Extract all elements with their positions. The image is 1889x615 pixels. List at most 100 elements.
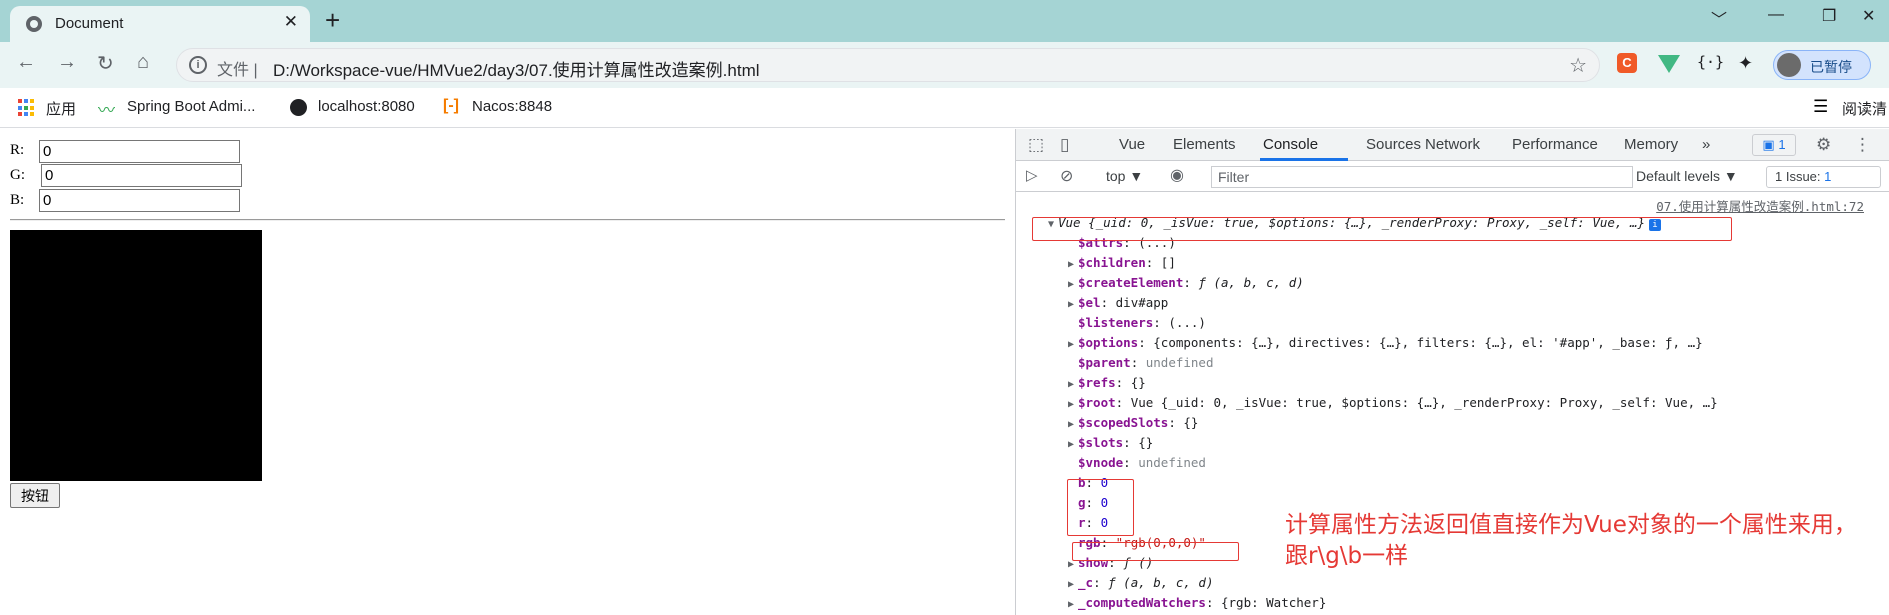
- console-prop-row[interactable]: ▶ $slots: {}: [1068, 435, 1153, 450]
- more-tabs-icon[interactable]: »: [1702, 136, 1710, 153]
- page-content: R: G: B: 按钮: [0, 129, 1015, 615]
- console-prop-row[interactable]: ▶ $createElement: ƒ (a, b, c, d): [1068, 275, 1304, 290]
- close-window-button[interactable]: ✕: [1862, 6, 1875, 26]
- tab-close-icon[interactable]: ✕: [284, 12, 298, 32]
- console-prop-row: $listeners: (...): [1068, 315, 1206, 330]
- more-options-icon[interactable]: ⋮: [1854, 135, 1871, 155]
- console-prop-row[interactable]: ▶ _computedWatchers: {rgb: Watcher}: [1068, 595, 1326, 610]
- device-toolbar-icon[interactable]: ▯: [1060, 135, 1069, 155]
- prop-key: $parent: [1078, 355, 1131, 370]
- bookmark-nacos[interactable]: Nacos:8848: [472, 98, 552, 115]
- expand-triangle-icon[interactable]: ▶: [1068, 259, 1078, 270]
- inspect-element-icon[interactable]: ⬚: [1028, 135, 1044, 155]
- live-expression-eye-icon[interactable]: ◉: [1170, 165, 1184, 185]
- tab-sources[interactable]: Sources: [1366, 136, 1421, 153]
- reading-list[interactable]: 阅读清: [1842, 98, 1887, 119]
- clear-console-icon[interactable]: ⊘: [1060, 166, 1073, 186]
- prop-separator: :: [1138, 335, 1154, 350]
- log-levels-dropdown[interactable]: Default levels ▼: [1636, 168, 1738, 184]
- prop-value: {rgb: Watcher}: [1221, 595, 1327, 610]
- filter-input[interactable]: Filter: [1211, 166, 1633, 188]
- expand-triangle-icon[interactable]: ▶: [1068, 579, 1078, 590]
- url-text[interactable]: D:/Workspace-vue/HMVue2/day3/07.使用计算属性改造…: [273, 56, 760, 81]
- divider: [10, 219, 1005, 221]
- extensions-puzzle-icon[interactable]: ✦: [1738, 53, 1758, 73]
- expand-triangle-icon[interactable]: ▶: [1068, 299, 1078, 310]
- vue-devtools-icon[interactable]: [1658, 55, 1680, 73]
- bookmark-localhost[interactable]: localhost:8080: [318, 98, 415, 115]
- scheme-label: 文件 |: [217, 62, 258, 79]
- prop-key: $listeners: [1078, 315, 1154, 330]
- prop-key: $options: [1078, 335, 1139, 350]
- prop-separator: :: [1115, 395, 1131, 410]
- nacos-icon: [-]: [443, 97, 459, 114]
- home-icon[interactable]: ⌂: [137, 51, 149, 74]
- browser-tab[interactable]: Document ✕: [10, 6, 310, 42]
- json-viewer-icon[interactable]: {·}: [1697, 53, 1724, 73]
- bookmark-star-icon[interactable]: ☆: [1569, 53, 1587, 78]
- message-count: 1: [1778, 137, 1786, 152]
- issues-button[interactable]: 1 Issue: 1: [1766, 166, 1881, 188]
- expand-triangle-icon[interactable]: ▶: [1068, 379, 1078, 390]
- prop-value: (...): [1168, 315, 1206, 330]
- minimize-button[interactable]: —: [1768, 6, 1784, 24]
- messages-badge[interactable]: ▣ 1: [1752, 134, 1796, 156]
- highlight-rgb-data: [1067, 479, 1134, 536]
- r-label: R:: [10, 142, 25, 158]
- prop-separator: :: [1205, 595, 1221, 610]
- tab-elements[interactable]: Elements: [1173, 136, 1236, 153]
- forward-icon[interactable]: →: [57, 51, 77, 74]
- highlight-computed-rgb: [1072, 542, 1239, 561]
- bookmarks-bar: 应用 〰 Spring Boot Admi... localhost:8080 …: [0, 88, 1889, 128]
- tab-network[interactable]: Network: [1425, 136, 1480, 153]
- settings-gear-icon[interactable]: ⚙: [1816, 135, 1831, 155]
- tab-vue[interactable]: Vue: [1119, 136, 1145, 153]
- tab-console[interactable]: Console: [1263, 136, 1318, 153]
- expand-triangle-icon[interactable]: ▶: [1068, 599, 1078, 610]
- expand-triangle-icon[interactable]: ▶: [1068, 279, 1078, 290]
- g-input[interactable]: [41, 164, 242, 187]
- console-prop-row[interactable]: ▶ $el: div#app: [1068, 295, 1168, 310]
- bookmark-apps[interactable]: 应用: [46, 98, 76, 119]
- r-input[interactable]: [39, 140, 240, 163]
- prop-key: $scopedSlots: [1078, 415, 1169, 430]
- highlight-vue-object: [1032, 217, 1732, 241]
- reload-icon[interactable]: ↻: [97, 51, 114, 76]
- context-selector[interactable]: top ▼: [1106, 168, 1143, 184]
- prop-separator: :: [1168, 415, 1184, 430]
- expand-triangle-icon[interactable]: ▶: [1068, 339, 1078, 350]
- console-prop-row[interactable]: ▶ _c: ƒ (a, b, c, d): [1068, 575, 1213, 590]
- prop-key: $vnode: [1078, 455, 1124, 470]
- prop-separator: :: [1130, 355, 1146, 370]
- tab-performance[interactable]: Performance: [1512, 136, 1598, 153]
- tab-search-icon[interactable]: ﹀: [1711, 6, 1727, 30]
- b-input[interactable]: [39, 189, 240, 212]
- expand-triangle-icon[interactable]: ▶: [1068, 399, 1078, 410]
- active-tab-indicator: [1260, 158, 1348, 161]
- browser-toolbar: ← → ↻ ⌂ i 文件 | D:/Workspace-vue/HMVue2/d…: [0, 42, 1889, 88]
- prop-separator: :: [1093, 575, 1109, 590]
- maximize-button[interactable]: ❐: [1822, 6, 1836, 26]
- devtools-tab-bar: ⬚ ▯ Vue Elements Console Sources Network…: [1016, 129, 1889, 161]
- tab-memory[interactable]: Memory: [1624, 136, 1678, 153]
- address-bar[interactable]: i 文件 | D:/Workspace-vue/HMVue2/day3/07.使…: [176, 48, 1600, 82]
- extension-c-icon[interactable]: C: [1617, 53, 1637, 73]
- page-button[interactable]: 按钮: [10, 483, 60, 508]
- expand-triangle-icon[interactable]: ▶: [1068, 439, 1078, 450]
- console-prop-row[interactable]: ▶ $options: {components: {…}, directives:…: [1068, 335, 1703, 350]
- console-prop-row[interactable]: ▶ $scopedSlots: {}: [1068, 415, 1198, 430]
- console-prop-row[interactable]: ▶ $root: Vue {_uid: 0, _isVue: true, $opt…: [1068, 395, 1718, 410]
- bookmark-spring-boot-admin[interactable]: Spring Boot Admi...: [127, 98, 255, 115]
- prop-separator: :: [1123, 435, 1139, 450]
- expand-triangle-icon[interactable]: ▶: [1068, 419, 1078, 430]
- back-icon[interactable]: ←: [16, 51, 36, 74]
- source-link[interactable]: 07.使用计算属性改造案例.html:72: [1656, 196, 1864, 215]
- info-icon[interactable]: i: [189, 56, 207, 74]
- sidebar-toggle-icon[interactable]: ▷: [1026, 166, 1038, 184]
- console-prop-row[interactable]: ▶ $children: []: [1068, 255, 1176, 270]
- profile-button[interactable]: 已暂停: [1773, 50, 1871, 80]
- new-tab-button[interactable]: +: [325, 5, 340, 36]
- console-prop-row[interactable]: ▶ $refs: {}: [1068, 375, 1146, 390]
- prop-value: Vue {_uid: 0, _isVue: true, $options: {……: [1130, 395, 1718, 410]
- prop-value: {}: [1130, 375, 1146, 390]
